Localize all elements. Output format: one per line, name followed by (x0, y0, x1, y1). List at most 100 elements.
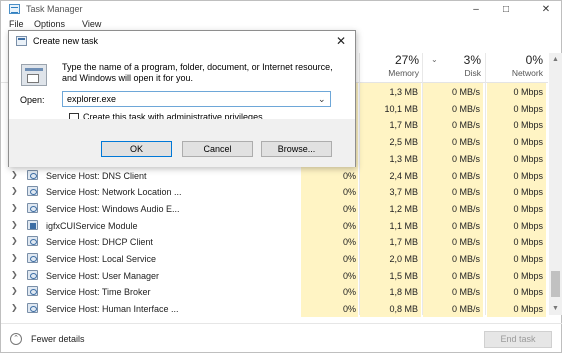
process-name: Service Host: Human Interface ... (46, 304, 179, 315)
vertical-scrollbar[interactable]: ▲ ▼ (549, 53, 562, 315)
disk-cell: 0 MB/s (423, 216, 483, 234)
service-icon (27, 236, 38, 247)
disk-cell: 0 MB/s (423, 250, 483, 267)
close-icon[interactable]: ✕ (533, 1, 559, 18)
create-new-task-dialog: Create new task ✕ Type the name of a pro… (8, 30, 356, 167)
scroll-up-icon[interactable]: ▲ (549, 53, 562, 66)
process-name: Service Host: DHCP Client (46, 237, 153, 248)
network-cell: 0 Mbps (487, 133, 546, 151)
column-header-disk[interactable]: 3% Disk (441, 53, 481, 81)
expand-chevron-icon[interactable]: ❯ (11, 170, 18, 179)
expand-chevron-icon[interactable]: ❯ (11, 203, 18, 212)
disk-cell: 0 MB/s (423, 199, 483, 217)
disk-cell: 0 MB/s (423, 116, 483, 134)
process-name: Service Host: Time Broker (46, 287, 151, 298)
expand-chevron-icon[interactable]: ❯ (11, 286, 18, 295)
menu-options[interactable]: Options (34, 19, 65, 29)
service-icon (27, 286, 38, 297)
cancel-button[interactable]: Cancel (182, 141, 253, 157)
process-name: Service Host: Windows Audio E... (46, 203, 180, 214)
expand-chevron-icon[interactable]: ❯ (11, 253, 18, 262)
network-cell: 0 Mbps (487, 116, 546, 134)
cpu-cell: 0% (301, 216, 358, 234)
service-icon (27, 253, 38, 263)
cpu-cell: 0% (301, 183, 358, 201)
title-bar: Task Manager – □ ✕ (1, 1, 562, 18)
memory-cell: 1,3 MB (360, 149, 421, 167)
dialog-close-icon[interactable]: ✕ (331, 33, 351, 49)
column-header-network[interactable]: 0% Network (491, 53, 543, 81)
footer-bar: ⌃ Fewer details End task (1, 323, 562, 353)
disk-percent: 3% (463, 53, 481, 67)
chevron-down-icon[interactable]: ⌄ (318, 94, 326, 105)
ok-button[interactable]: OK (101, 141, 172, 157)
expand-chevron-icon[interactable]: ❯ (11, 236, 18, 245)
table-row[interactable]: ❯ Service Host: Time Broker 0% 1,8 MB 0 MB/s… (1, 283, 548, 301)
disk-cell: 0 MB/s (423, 133, 483, 151)
network-cell: 0 Mbps (487, 216, 546, 234)
fewer-details-link[interactable]: Fewer details (31, 334, 85, 344)
table-row[interactable]: ❯ Service Host: DHCP Client 0% 1,7 MB 0 MB/s… (1, 233, 548, 251)
open-combobox[interactable]: explorer.exe (62, 91, 331, 107)
cpu-cell: 0% (301, 233, 358, 251)
table-row[interactable]: ❯ Service Host: User Manager 0% 1,5 MB 0 MB/… (1, 266, 548, 284)
network-cell: 0 Mbps (487, 149, 546, 167)
table-row[interactable]: ❯ Service Host: Human Interface ... 0% 0,8 … (1, 300, 548, 318)
memory-cell: 1,8 MB (360, 283, 421, 301)
memory-cell: 2,0 MB (360, 250, 421, 267)
table-row[interactable]: ❯ Service Host: Windows Audio E... 0% 1,2 M… (1, 199, 548, 217)
table-row[interactable]: ❯ igfxCUIService Module 0% 1,1 MB 0 MB/s 0 Mb… (1, 216, 548, 234)
task-manager-icon (9, 4, 20, 14)
menu-view[interactable]: View (82, 19, 101, 29)
service-icon (27, 269, 38, 280)
network-cell: 0 Mbps (487, 233, 546, 251)
disk-cell: 0 MB/s (423, 166, 483, 184)
network-cell: 0 Mbps (487, 283, 546, 301)
table-row[interactable]: ❯ Service Host: Local Service 0% 2,0 MB 0 MB… (1, 250, 548, 267)
scroll-down-icon[interactable]: ▼ (549, 302, 562, 315)
process-name: Service Host: Local Service (46, 254, 157, 264)
service-icon (27, 303, 38, 314)
sort-chevron-icon: ⌄ (431, 55, 438, 64)
browse-button[interactable]: Browse... (261, 141, 332, 157)
open-label: Open: (20, 95, 45, 105)
memory-cell: 1,3 MB (360, 83, 421, 100)
memory-cell: 1,7 MB (360, 233, 421, 251)
app-icon (27, 219, 38, 230)
table-row[interactable]: ❯ Service Host: DNS Client 0% 2,4 MB 0 MB/s 0… (1, 166, 548, 184)
disk-cell: 0 MB/s (423, 233, 483, 251)
chevron-up-icon[interactable]: ⌃ (10, 333, 22, 345)
disk-label: Disk (464, 68, 481, 78)
window-title: Task Manager (26, 4, 83, 14)
network-percent: 0% (525, 53, 543, 67)
memory-label: Memory (388, 68, 419, 78)
expand-chevron-icon[interactable]: ❯ (11, 186, 18, 195)
menu-file[interactable]: File (9, 19, 24, 29)
process-name: Service Host: Network Location ... (46, 187, 182, 198)
expand-chevron-icon[interactable]: ❯ (11, 270, 18, 279)
run-program-icon (21, 64, 47, 86)
memory-cell: 2,4 MB (360, 166, 421, 184)
process-name: Service Host: User Manager (46, 270, 160, 281)
memory-cell: 1,1 MB (360, 216, 421, 234)
network-cell: 0 Mbps (487, 83, 546, 100)
memory-cell: 1,7 MB (360, 116, 421, 134)
end-task-button[interactable]: End task (484, 331, 552, 348)
disk-cell: 0 MB/s (423, 83, 483, 100)
dialog-body: Type the name of a program, folder, docu… (9, 51, 355, 167)
maximize-icon[interactable]: □ (493, 1, 519, 18)
expand-chevron-icon[interactable]: ❯ (11, 220, 18, 229)
network-cell: 0 Mbps (487, 199, 546, 217)
network-cell: 0 Mbps (487, 183, 546, 201)
disk-cell: 0 MB/s (423, 300, 483, 318)
disk-cell: 0 MB/s (423, 183, 483, 201)
scroll-thumb[interactable] (551, 271, 560, 297)
column-header-memory[interactable]: 27% Memory (361, 53, 419, 81)
minimize-icon[interactable]: – (463, 1, 489, 18)
service-icon (27, 169, 38, 180)
network-cell: 0 Mbps (487, 250, 546, 267)
service-icon (27, 202, 38, 213)
expand-chevron-icon[interactable]: ❯ (11, 303, 18, 312)
network-cell: 0 Mbps (487, 266, 546, 284)
table-row[interactable]: ❯ Service Host: Network Location ... 0% 3,7… (1, 183, 548, 201)
